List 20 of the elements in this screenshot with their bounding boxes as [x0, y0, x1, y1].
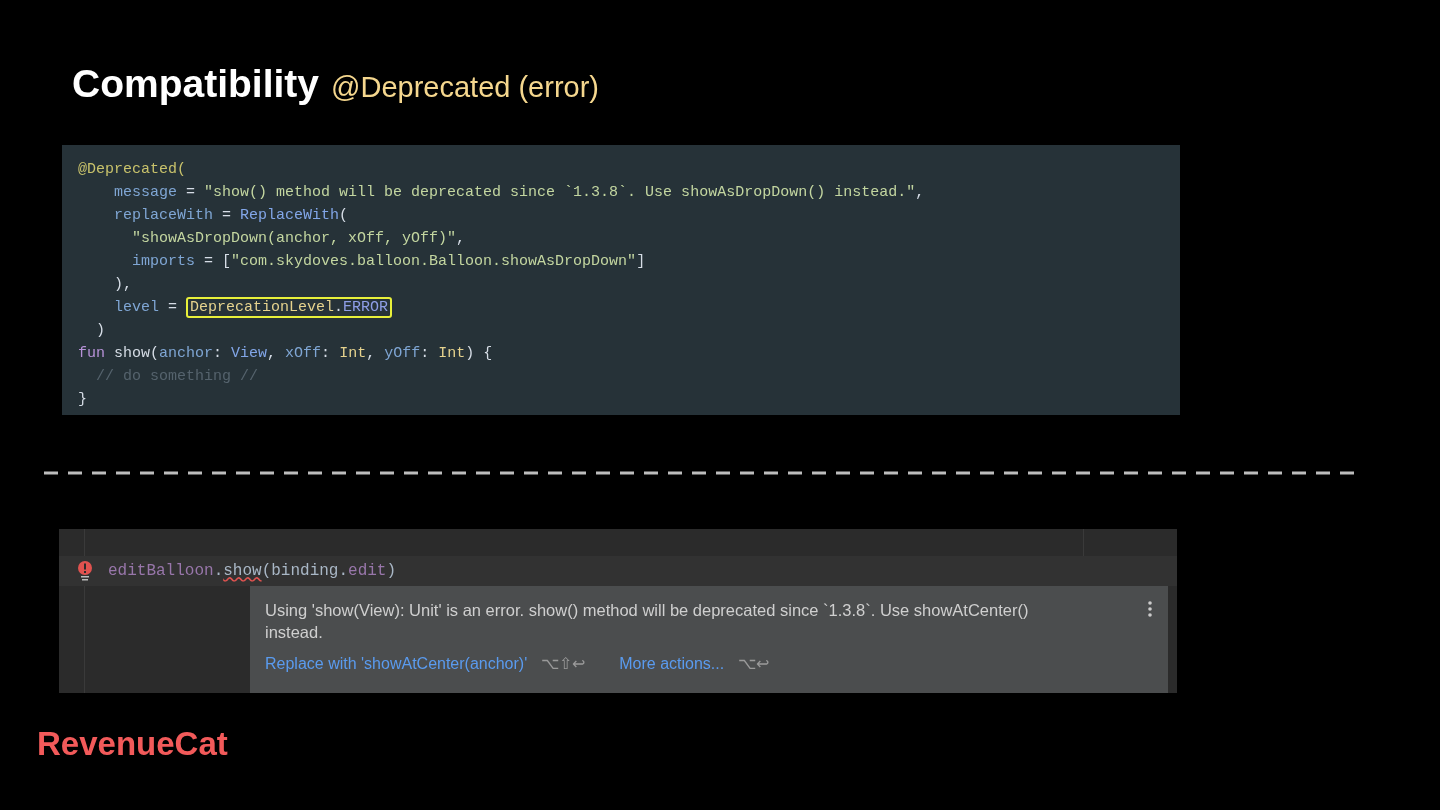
slide-subtitle: @Deprecated (error)	[331, 73, 599, 102]
error-bulb-icon[interactable]	[77, 561, 93, 581]
shortcut-keys: ⌥⇧↩	[541, 652, 586, 676]
code-line: ),	[113, 275, 132, 295]
shortcut-keys: ⌥↩	[738, 652, 770, 676]
code-line: editBalloon.show(binding.edit)	[108, 561, 397, 582]
code-line: )	[95, 321, 105, 341]
code-line: replaceWith = ReplaceWith(	[113, 206, 349, 226]
code-line: "showAsDropDown(anchor, xOff, yOff)",	[131, 229, 466, 249]
code-line: }	[78, 390, 87, 410]
code-line: message = "show() method will be deprecated since `1.3.8`. Use showAsDropDown() instead.",	[113, 183, 925, 203]
error-message: Using 'show(View): Unit' is an error. show() method will be deprecated since `1.3.8`. Use showAtCenter() instead.	[265, 600, 1030, 643]
code-line: @Deprecated(	[78, 160, 187, 180]
logo: RevenueCat	[37, 727, 228, 760]
code-line: imports = ["com.skydoves.balloon.Balloon.showAsDropDown"]	[131, 252, 646, 272]
action-link[interactable]: More actions...	[619, 652, 725, 676]
code-line: fun show(anchor: View, xOff: Int, yOff: Int) {	[78, 344, 493, 364]
slide-title: Compatibility	[72, 64, 319, 103]
more-options-icon[interactable]	[1148, 601, 1152, 617]
action-link[interactable]: Replace with 'showAtCenter(anchor)'	[265, 652, 528, 676]
